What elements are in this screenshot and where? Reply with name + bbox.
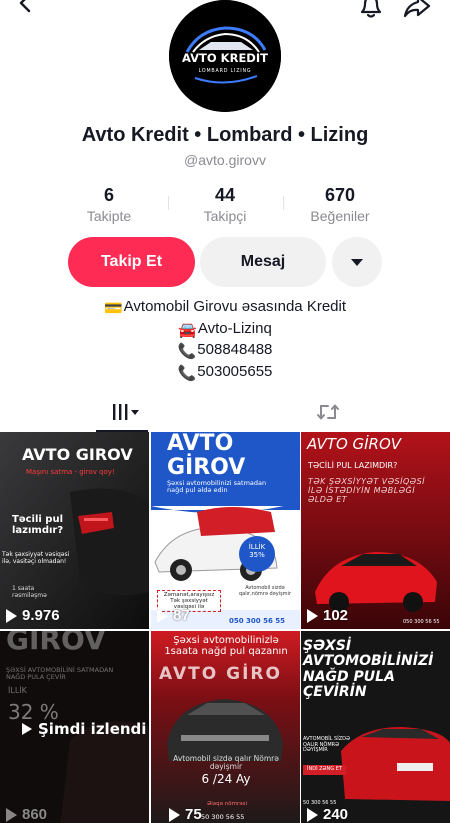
video-grid: AVTO GIROV Maşını satma - girov qoy! Təc… [0,432,450,823]
video-thumbnail[interactable]: GIROV ŞƏXSİ AVTOMOBİLİNİ SATMADAN NAĞD P… [0,631,149,823]
stat-label: Takipçi [203,208,247,224]
video-title: AVTO GİROV [307,435,402,453]
bio-text: Avto-Lizinq [197,319,272,337]
view-count: 102 [307,607,348,624]
video-phone: 050 300 56 55 [403,619,440,625]
video-title: AVTO GİRO [159,664,282,684]
view-count-value: 860 [22,806,48,823]
stat-followers[interactable]: 44 Takipçi [165,184,285,225]
avatar[interactable]: AVTO KREDIT LOMBARD LIZING [169,0,281,112]
video-subtitle: Şəxsi avtomobilinizlə 1saata nağd pul qa… [164,635,288,657]
stat-value: 670 [324,185,356,205]
avatar-subtitle: LOMBARD LIZING [199,68,252,74]
watched-now-overlay: Şimdi izlendi [22,721,146,738]
video-extra: Avtomobil sizdə qalır,nömrə dəyişmir [239,585,291,597]
profile-stats: 6 Takipte 44 Takipçi 670 Beğeniler [0,184,450,228]
caret-down-icon [351,258,363,266]
view-count-value: 240 [323,806,349,823]
video-phone: 050 300 56 55 [229,617,286,625]
video-cover-image [151,631,300,823]
video-thumbnail[interactable]: Şəxsi avtomobilinizlə 1saata nağd pul qa… [151,631,300,823]
content-tabs [0,392,450,432]
tab-reposts[interactable] [300,392,356,432]
video-note: Tək şəxsiyyət vəsiqəsi ilə, vasitəçi olm… [2,551,70,565]
view-count-value: 9.976 [22,607,60,624]
view-count: 860 [6,806,47,823]
bio-line[interactable]: 📞503005655 [0,362,450,384]
video-subtitle: ŞƏXSİ AVTOMOBİLİNİ SATMADAN NAĞD PULA ÇE… [6,666,114,682]
bio-text: 503005655 [197,362,273,380]
grid-videos-icon [113,404,139,420]
video-extra: 1 saata rəsmiləşmə [12,585,47,599]
phone-icon: 📞 [177,343,197,360]
play-icon [6,807,17,822]
bio-line: 💳Avtomobil Girovu əsasında Kredit [0,297,450,319]
bio-line[interactable]: 📞508848488 [0,340,450,362]
stat-label: Takipte [86,208,132,224]
view-count: 9.976 [6,607,60,624]
video-caption: Avtomobil sizdə qalır Nömrə dəyişmir [173,754,279,772]
video-caption: AVTOMOBİL SİZDƏ QALIR NÖMRƏ DƏYİŞMİR [303,736,350,753]
video-subtitle: Maşını satma - girov qoy! [26,468,115,476]
video-title: GIROV [6,631,106,656]
stat-following[interactable]: 6 Takipte [49,184,169,225]
watched-now-label: Şimdi izlendi [38,720,147,738]
bell-icon[interactable] [357,0,385,20]
video-title: AVTO GIROV [22,445,133,464]
view-count-value: 87 [173,607,190,624]
follow-button[interactable]: Takip Et [68,237,195,287]
video-thumbnail[interactable]: ŞƏXSİ AVTOMOBİLİNİZİ NAĞD PULA ÇEVİRİN A… [301,631,450,823]
more-options-button[interactable] [332,237,382,287]
bio-text: Avtomobil Girovu əsasında Kredit [123,298,347,315]
video-caption: TƏK ŞƏXSİYYƏT VƏSİQƏSİ İLƏ İSTƏDİYİN MƏB… [308,477,426,504]
play-icon [169,807,180,822]
credit-card-icon: 💳 [103,300,123,317]
phone-icon: 📞 [177,364,197,382]
video-caption: Təcili pul lazımdır? [12,514,64,536]
car-icon: 🚘 [178,321,197,339]
video-term: 6 /24 Ay [201,772,251,786]
tab-videos[interactable] [94,392,150,432]
play-icon [6,608,17,623]
video-title: ŞƏXSİ AVTOMOBİLİNİZİ NAĞD PULA ÇEVİRİN [303,638,434,701]
video-phone: 50 300 56 55 [201,813,245,821]
video-thumbnail[interactable]: AVTO GİROV TƏCİLİ PUL LAZIMDIR? TƏK ŞƏXS… [301,432,450,629]
view-count: 240 [307,806,348,823]
view-count: 75 [169,806,202,823]
video-footer: Əlaqə nömrəsi [206,801,248,807]
stat-likes: 670 Beğeniler [280,184,400,225]
profile-actions: Takip Et Mesaj [0,237,450,287]
avatar-logo: AVTO KREDIT LOMBARD LIZING [169,0,281,112]
view-count-value: 102 [323,607,349,624]
stat-value: 44 [214,185,236,205]
video-rate-label: İLLİK [8,686,27,695]
avatar-title: AVTO KREDIT [182,51,268,65]
video-subtitle: Şəxsi avtomobilinizi satmadan nağd pul ə… [167,479,267,495]
chevron-left-icon[interactable] [14,0,38,16]
share-arrow-icon[interactable] [402,0,432,20]
message-button[interactable]: Mesaj [200,237,326,287]
display-name: Avto Kredit • Lombard • Lizing [81,124,369,146]
play-icon [307,807,318,822]
username: @avto.girovv [184,152,266,168]
repost-icon [317,404,339,420]
bio: 💳Avtomobil Girovu əsasında Kredit 🚘Avto-… [0,297,450,383]
video-badge: İLLİK 35% [248,543,266,559]
view-count-value: 75 [185,806,202,823]
stat-value: 6 [103,185,114,205]
play-icon [157,608,168,623]
bio-line: 🚘Avto-Lizinq [0,319,450,341]
video-thumbnail[interactable]: AVTO GİROV Şəxsi avtomobilinizi satmadan… [151,432,300,629]
view-count: 87 [157,607,190,624]
play-icon [307,608,318,623]
play-icon [22,723,32,736]
video-thumbnail[interactable]: AVTO GIROV Maşını satma - girov qoy! Təc… [0,432,149,629]
call-now-badge: İNDİ ZƏNG ET [303,765,346,775]
bio-text: 508848488 [197,341,273,358]
stat-label: Beğeniler [310,208,370,224]
video-title: AVTO GİROV [167,432,246,481]
video-subtitle: TƏCİLİ PUL LAZIMDIR? [308,461,398,470]
